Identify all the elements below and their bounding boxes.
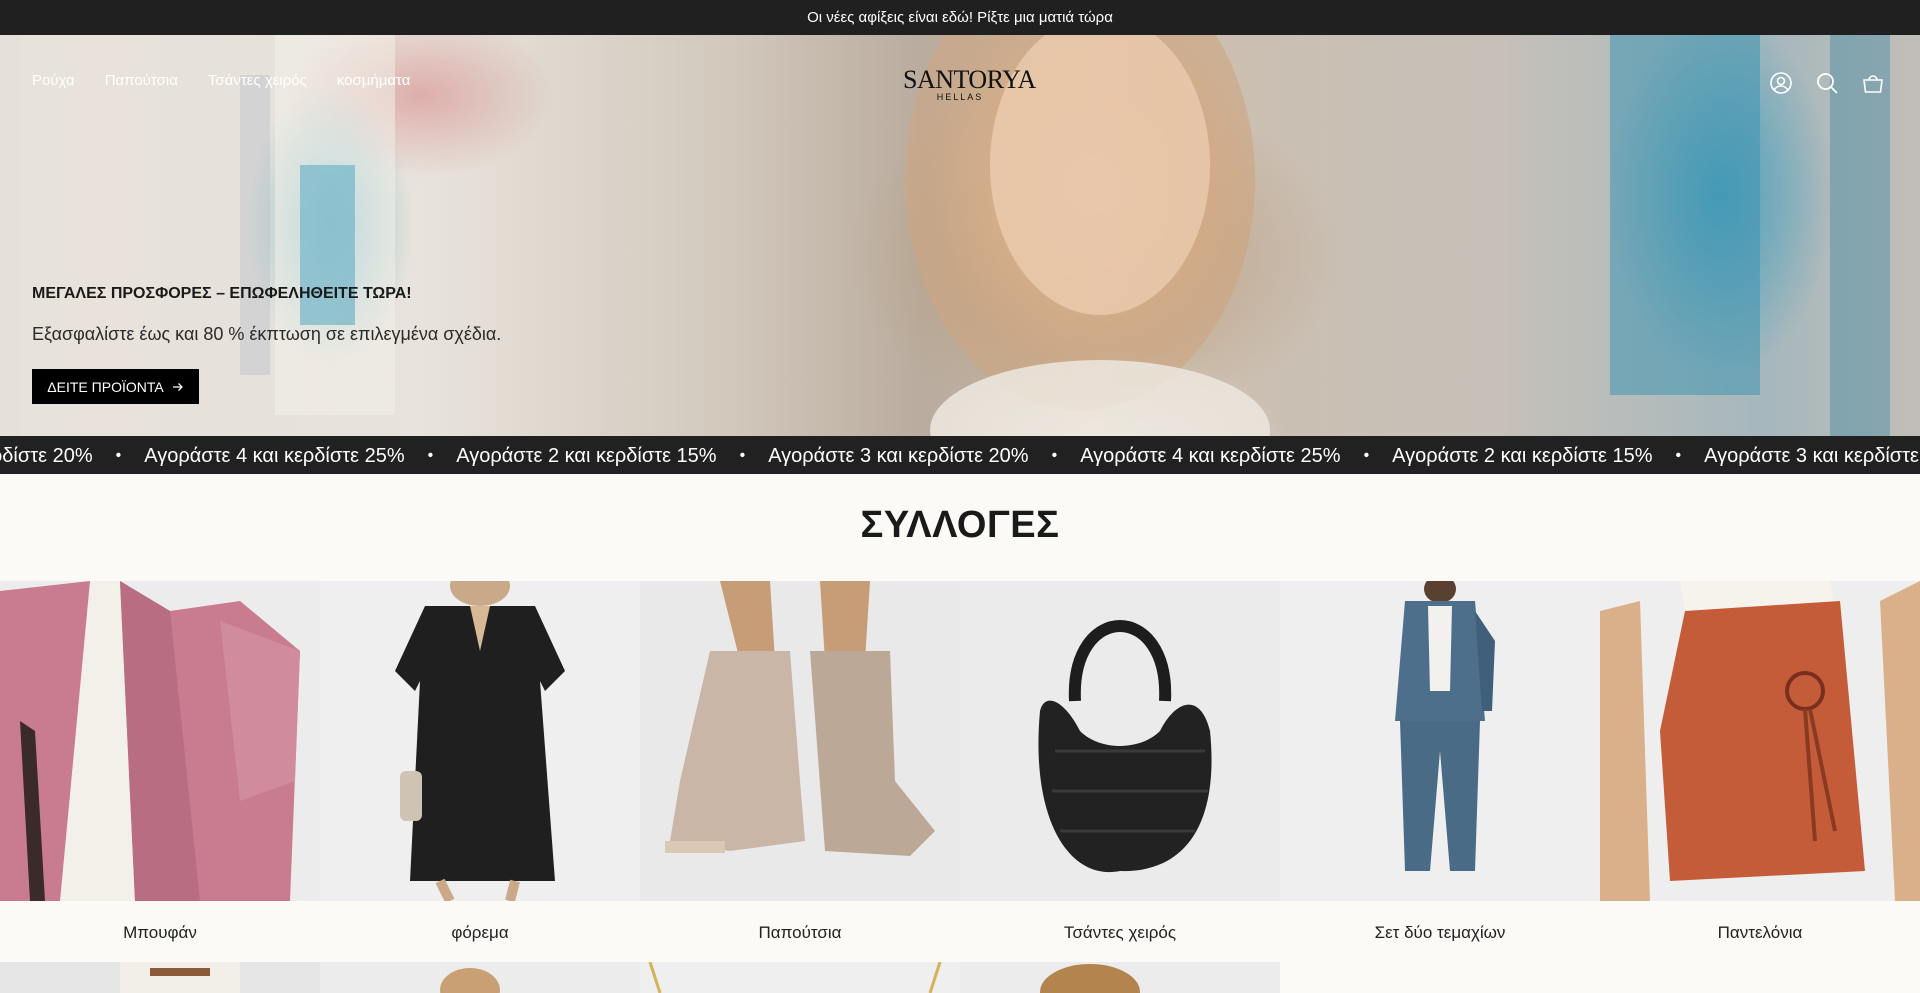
ticker-item: Αγοράστε 3 και κερδίστε 20% <box>768 445 1029 467</box>
ticker-item: Αγοράστε 3 και κερδίστε 20% <box>1704 445 1920 467</box>
ticker-item: Αγοράστε 4 και κερδίστε 25% <box>144 445 405 467</box>
ticker-item: Αγοράστε 4 και κερδίστε 25% <box>1080 445 1341 467</box>
collections-grid-row2 <box>0 962 1920 993</box>
collection-card-pants[interactable]: Παντελόνια <box>1600 581 1920 961</box>
logo-brand: SANTORYA <box>903 65 1036 94</box>
cart-icon[interactable] <box>1860 70 1886 96</box>
bullet-icon: • <box>739 447 746 464</box>
collection-image <box>440 968 500 993</box>
collection-label: Παντελόνια <box>1717 923 1803 942</box>
collection-image <box>1280 581 1600 901</box>
hero-subtext: Εξασφαλίστε έως και 80 % έκπτωση σε επιλ… <box>32 324 502 344</box>
bullet-icon: • <box>1051 447 1058 464</box>
hero-headline: ΜΕΓΑΛΕΣ ΠΡΟΣΦΟΡΕΣ – ΕΠΩΦΕΛΗΘΕΙΤΕ ΤΩΡΑ! <box>32 285 412 302</box>
ticker-item: κερδίστε 20% <box>0 445 93 467</box>
nav-item-shoes[interactable]: Παπούτσια <box>105 72 178 89</box>
nav-item-clothes[interactable]: Ρούχα <box>32 72 75 89</box>
bullet-icon: • <box>115 447 122 464</box>
collection-label: φόρεμα <box>451 923 509 942</box>
site-logo[interactable]: SANTORYA HELLAS <box>903 65 1036 103</box>
ticker-item: Αγοράστε 2 και κερδίστε 15% <box>1392 445 1653 467</box>
view-products-label: ΔΕΙΤΕ ΠΡΟΪΟΝΤΑ <box>47 378 164 395</box>
collection-card-partial[interactable] <box>960 962 1280 993</box>
collections-title: ΣΥΛΛΟΓΕΣ <box>860 504 1060 546</box>
arrow-right-icon <box>172 382 183 391</box>
collection-label: Σετ δύο τεμαχίων <box>1374 923 1506 942</box>
view-products-button[interactable]: ΔΕΙΤΕ ΠΡΟΪΟΝΤΑ <box>32 369 199 404</box>
collection-image <box>640 581 960 901</box>
collection-card-shoes[interactable]: Παπούτσια <box>640 581 960 961</box>
collection-image <box>0 581 320 901</box>
announcement-bar: Οι νέες αφίξεις είναι εδώ! Ρίξτε μια ματ… <box>0 0 1920 35</box>
announcement-text: Οι νέες αφίξεις είναι εδώ! Ρίξτε μια ματ… <box>807 9 1113 26</box>
collection-label: Τσάντες χειρός <box>1063 923 1177 942</box>
collection-image <box>1600 581 1920 901</box>
collection-image <box>320 581 640 901</box>
nav-item-handbags[interactable]: Τσάντες χειρός <box>208 72 307 89</box>
ticker-track: κερδίστε 20% • Αγοράστε 4 και κερδίστε 2… <box>0 445 1920 468</box>
bullet-icon: • <box>1675 447 1682 464</box>
bullet-icon: • <box>427 447 434 464</box>
bullet-icon: • <box>1363 447 1370 464</box>
collection-image <box>120 962 240 993</box>
collection-card-partial[interactable] <box>320 962 640 993</box>
collection-label: Μπουφάν <box>123 923 197 942</box>
main-nav: Ρούχα Παπούτσια Τσάντες χειρός κοσμήματα <box>32 72 410 89</box>
collections-grid: Μπουφάν φόρεμα Παπούτσια Τσάντες χειρός … <box>0 581 1920 961</box>
hero-promo: ΜΕΓΑΛΕΣ ΠΡΟΣΦΟΡΕΣ – ΕΠΩΦΕΛΗΘΕΙΤΕ ΤΩΡΑ! Ε… <box>32 285 502 404</box>
collection-card-dress[interactable]: φόρεμα <box>320 581 640 961</box>
promo-ticker: κερδίστε 20% • Αγοράστε 4 και κερδίστε 2… <box>0 436 1920 474</box>
collection-card-partial[interactable] <box>640 962 960 993</box>
ticker-item: Αγοράστε 2 και κερδίστε 15% <box>456 445 717 467</box>
header-icons <box>1768 70 1886 96</box>
nav-item-jewelry[interactable]: κοσμήματα <box>337 72 411 89</box>
collection-image <box>960 581 1280 901</box>
collection-label: Παπούτσια <box>758 923 842 942</box>
collection-card-two-piece-sets[interactable]: Σετ δύο τεμαχίων <box>1280 581 1600 961</box>
account-icon[interactable] <box>1768 70 1794 96</box>
collection-card-partial[interactable] <box>0 962 320 993</box>
collection-card-handbags[interactable]: Τσάντες χειρός <box>960 581 1280 961</box>
collection-image <box>1040 964 1140 993</box>
search-icon[interactable] <box>1814 70 1840 96</box>
collection-card-jackets[interactable]: Μπουφάν <box>0 581 320 961</box>
collection-image <box>648 962 942 993</box>
